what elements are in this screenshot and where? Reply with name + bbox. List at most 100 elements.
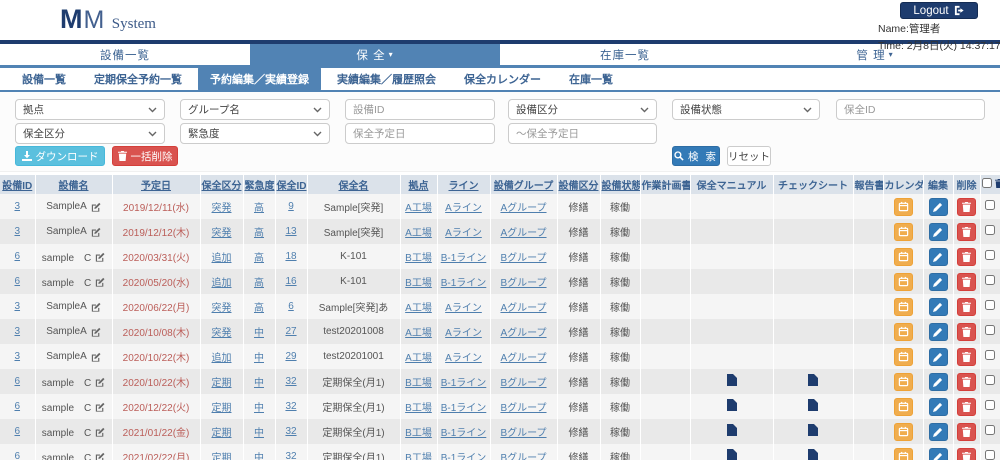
edit-equipment-icon[interactable] bbox=[91, 202, 101, 212]
manual-file-icon[interactable] bbox=[726, 399, 737, 411]
maint_id-link[interactable]: 9 bbox=[288, 201, 294, 212]
maintenance-category-select[interactable]: 保全区分 bbox=[15, 123, 165, 144]
group-link[interactable]: Bグループ bbox=[500, 378, 546, 389]
row-checkbox[interactable] bbox=[985, 450, 995, 460]
equip_id-link[interactable]: 3 bbox=[14, 351, 20, 362]
group-link[interactable]: Bグループ bbox=[500, 453, 546, 460]
delete-button[interactable] bbox=[957, 322, 976, 341]
reset-button[interactable]: リセット bbox=[727, 146, 771, 166]
equip_id-link[interactable]: 3 bbox=[14, 201, 20, 212]
urgency-link[interactable]: 高 bbox=[254, 303, 264, 314]
category-link[interactable]: 追加 bbox=[212, 278, 232, 289]
main-tab-2[interactable]: 在庫一覧 bbox=[500, 44, 750, 65]
delete-button[interactable] bbox=[957, 422, 976, 441]
delete-button[interactable] bbox=[957, 347, 976, 366]
column-header-maint_id[interactable]: 保全ID bbox=[275, 175, 308, 194]
maint_id-link[interactable]: 6 bbox=[288, 301, 294, 312]
category-link[interactable]: 突発 bbox=[212, 203, 232, 214]
calendar-button[interactable] bbox=[893, 397, 913, 416]
edit-equipment-icon[interactable] bbox=[91, 302, 101, 312]
edit-button[interactable] bbox=[928, 322, 948, 341]
delete-button[interactable] bbox=[957, 247, 976, 266]
equip_id-link[interactable]: 6 bbox=[14, 251, 20, 262]
manual-file-icon[interactable] bbox=[726, 449, 737, 460]
line-link[interactable]: Aライン bbox=[445, 303, 482, 314]
group-link[interactable]: Bグループ bbox=[500, 428, 546, 439]
category-link[interactable]: 追加 bbox=[212, 253, 232, 264]
urgency-link[interactable]: 中 bbox=[254, 378, 264, 389]
column-header-group[interactable]: 設備グループ bbox=[490, 175, 558, 194]
maint_id-link[interactable]: 27 bbox=[285, 326, 296, 337]
calendar-button[interactable] bbox=[893, 322, 913, 341]
main-tab-1[interactable]: 保 全 ▾ bbox=[250, 44, 500, 65]
group-name-select[interactable]: グループ名 bbox=[180, 99, 330, 120]
line-link[interactable]: Aライン bbox=[445, 328, 482, 339]
line-link[interactable]: B-1ライン bbox=[441, 378, 487, 389]
urgency-link[interactable]: 中 bbox=[254, 353, 264, 364]
calendar-button[interactable] bbox=[893, 447, 913, 460]
select-all-checkbox[interactable] bbox=[981, 178, 992, 188]
edit-equipment-icon[interactable] bbox=[91, 227, 101, 237]
site-link[interactable]: B工場 bbox=[405, 378, 432, 389]
column-header-equip_type[interactable]: 設備区分 bbox=[557, 175, 601, 194]
line-link[interactable]: B-1ライン bbox=[441, 428, 487, 439]
urgency-select[interactable]: 緊急度 bbox=[180, 123, 330, 144]
maint_id-link[interactable]: 13 bbox=[285, 226, 296, 237]
urgency-link[interactable]: 中 bbox=[254, 328, 264, 339]
column-header-category[interactable]: 保全区分 bbox=[200, 175, 244, 194]
category-link[interactable]: 定期 bbox=[212, 453, 232, 460]
maint_id-link[interactable]: 29 bbox=[285, 351, 296, 362]
download-button[interactable]: ダウンロード bbox=[15, 146, 105, 166]
manual-file-icon[interactable] bbox=[726, 374, 737, 386]
edit-button[interactable] bbox=[928, 297, 948, 316]
maintenance-id-input[interactable] bbox=[837, 100, 984, 120]
edit-button[interactable] bbox=[928, 222, 948, 241]
urgency-link[interactable]: 中 bbox=[254, 453, 264, 460]
logout-button[interactable]: Logout bbox=[900, 2, 978, 19]
line-link[interactable]: B-1ライン bbox=[441, 403, 487, 414]
row-checkbox[interactable] bbox=[985, 200, 995, 210]
site-link[interactable]: B工場 bbox=[405, 253, 432, 264]
column-header-equip_id[interactable]: 設備ID bbox=[0, 175, 36, 194]
equipment-status-select[interactable]: 設備状態 bbox=[672, 99, 820, 120]
calendar-button[interactable] bbox=[893, 422, 913, 441]
sub-tab-2[interactable]: 予約編集／実績登録 bbox=[198, 67, 321, 91]
row-checkbox[interactable] bbox=[985, 350, 995, 360]
calendar-button[interactable] bbox=[893, 272, 913, 291]
delete-button[interactable] bbox=[957, 272, 976, 291]
line-link[interactable]: Aライン bbox=[445, 228, 482, 239]
site-select[interactable]: 拠点 bbox=[15, 99, 165, 120]
maint_id-link[interactable]: 32 bbox=[285, 376, 296, 387]
calendar-button[interactable] bbox=[893, 247, 913, 266]
line-link[interactable]: Aライン bbox=[445, 353, 482, 364]
delete-button[interactable] bbox=[957, 197, 976, 216]
calendar-button[interactable] bbox=[893, 197, 913, 216]
edit-equipment-icon[interactable] bbox=[95, 402, 105, 412]
equip_id-link[interactable]: 6 bbox=[14, 401, 20, 412]
edit-equipment-icon[interactable] bbox=[95, 252, 105, 262]
equip_id-link[interactable]: 6 bbox=[14, 276, 20, 287]
sub-tab-1[interactable]: 定期保全予約一覧 bbox=[82, 67, 194, 91]
sub-tab-0[interactable]: 設備一覧 bbox=[10, 67, 78, 91]
row-checkbox[interactable] bbox=[985, 400, 995, 410]
group-link[interactable]: Bグループ bbox=[500, 278, 546, 289]
maint_id-link[interactable]: 18 bbox=[285, 251, 296, 262]
equip_id-link[interactable]: 3 bbox=[14, 226, 20, 237]
checksheet-file-icon[interactable] bbox=[808, 374, 818, 386]
calendar-button[interactable] bbox=[893, 297, 913, 316]
line-link[interactable]: B-1ライン bbox=[441, 253, 487, 264]
category-link[interactable]: 追加 bbox=[212, 353, 232, 364]
sub-tab-5[interactable]: 在庫一覧 bbox=[557, 67, 625, 91]
site-link[interactable]: B工場 bbox=[405, 278, 432, 289]
sub-tab-4[interactable]: 保全カレンダー bbox=[452, 67, 553, 91]
site-link[interactable]: A工場 bbox=[405, 303, 432, 314]
checksheet-file-icon[interactable] bbox=[808, 399, 818, 411]
maint_id-link[interactable]: 32 bbox=[285, 451, 296, 460]
row-checkbox[interactable] bbox=[985, 225, 995, 235]
calendar-button[interactable] bbox=[893, 222, 913, 241]
row-checkbox[interactable] bbox=[985, 250, 995, 260]
urgency-link[interactable]: 中 bbox=[254, 428, 264, 439]
row-checkbox[interactable] bbox=[985, 275, 995, 285]
group-link[interactable]: Aグループ bbox=[500, 353, 546, 364]
row-checkbox[interactable] bbox=[985, 375, 995, 385]
